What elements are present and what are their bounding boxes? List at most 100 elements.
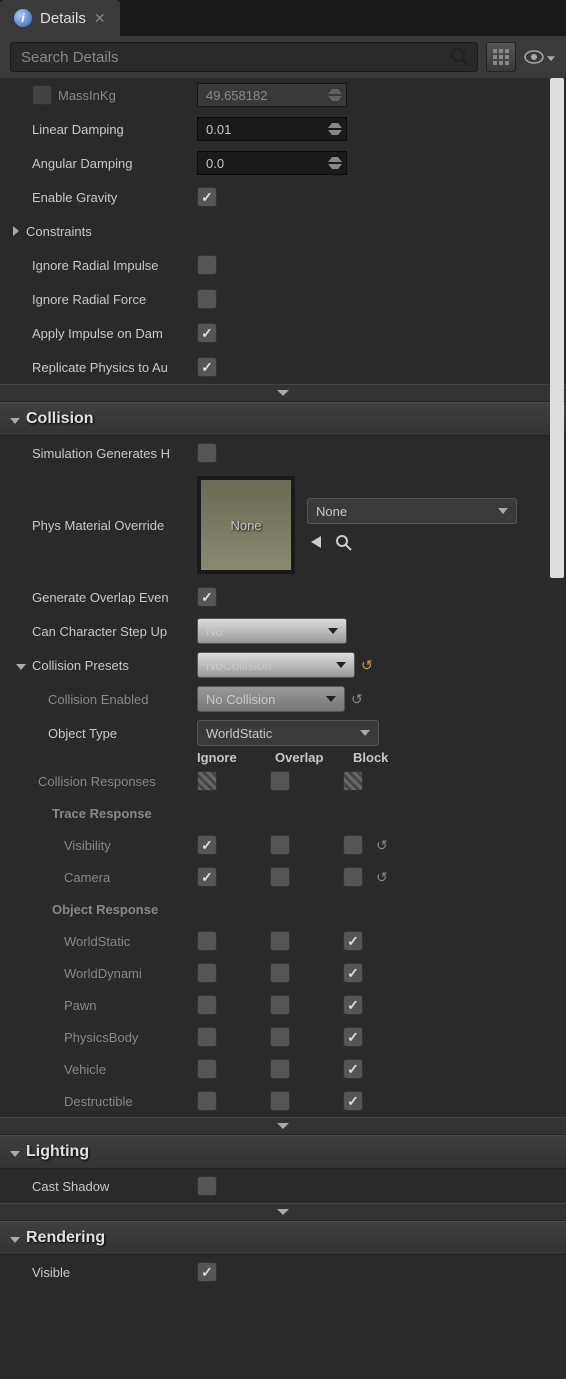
toolbar <box>0 36 566 78</box>
chevron-down-icon[interactable] <box>16 658 26 673</box>
collision-presets-dropdown[interactable]: NoCollision <box>197 652 355 678</box>
worlddynamic-ignore-checkbox[interactable] <box>197 963 217 983</box>
trace-response-label: Trace Response <box>0 806 197 821</box>
physicsbody-overlap-checkbox[interactable] <box>270 1027 290 1047</box>
category-rendering[interactable]: Rendering <box>0 1221 566 1255</box>
row-gen-overlap: Generate Overlap Even <box>0 580 566 614</box>
worldstatic-block-checkbox[interactable] <box>343 931 363 951</box>
destructible-overlap-checkbox[interactable] <box>270 1091 290 1111</box>
chevron-down-icon <box>498 508 508 514</box>
spinner-icon[interactable] <box>328 122 342 136</box>
spinner-icon[interactable] <box>328 88 342 102</box>
destructible-ignore-checkbox[interactable] <box>197 1091 217 1111</box>
can-step-dropdown[interactable]: No <box>197 618 347 644</box>
chevron-down-icon <box>10 1231 20 1246</box>
angular-damping-label: Angular Damping <box>10 156 195 171</box>
category-lighting[interactable]: Lighting <box>0 1135 566 1169</box>
camera-overlap-checkbox[interactable] <box>270 867 290 887</box>
use-selected-icon[interactable] <box>307 534 325 550</box>
responses-ignore-checkbox[interactable] <box>197 771 217 791</box>
camera-block-checkbox[interactable] <box>343 867 363 887</box>
eye-icon <box>524 50 544 64</box>
row-cast-shadow: Cast Shadow <box>0 1169 566 1203</box>
row-visibility: Visibility ↺ <box>0 829 566 861</box>
vehicle-overlap-checkbox[interactable] <box>270 1059 290 1079</box>
reset-icon[interactable]: ↺ <box>351 691 363 708</box>
responses-overlap-checkbox[interactable] <box>270 771 290 791</box>
info-icon: i <box>14 9 32 27</box>
collision-enabled-dropdown[interactable]: No Collision <box>197 686 345 712</box>
row-constraints[interactable]: Constraints <box>0 214 566 248</box>
collapse-bar[interactable] <box>0 384 566 402</box>
worldstatic-ignore-checkbox[interactable] <box>197 931 217 951</box>
pawn-block-checkbox[interactable] <box>343 995 363 1015</box>
mass-input[interactable]: 49.658182 <box>197 83 347 107</box>
worlddynamic-label: WorldDynami <box>0 966 197 981</box>
row-apply-impulse: Apply Impulse on Dam <box>0 316 566 350</box>
physicsbody-ignore-checkbox[interactable] <box>197 1027 217 1047</box>
visibility-block-checkbox[interactable] <box>343 835 363 855</box>
row-sim-gen-hits: Simulation Generates H <box>0 436 566 470</box>
row-ignore-radial-force: Ignore Radial Force <box>0 282 566 316</box>
phys-mat-dropdown[interactable]: None <box>307 498 517 524</box>
reset-icon[interactable]: ↺ <box>376 869 388 886</box>
destructible-block-checkbox[interactable] <box>343 1091 363 1111</box>
pawn-overlap-checkbox[interactable] <box>270 995 290 1015</box>
angular-damping-input[interactable]: 0.0 <box>197 151 347 175</box>
expand-icon[interactable] <box>10 224 22 239</box>
sim-gen-hits-checkbox[interactable] <box>197 443 217 463</box>
view-options-button[interactable] <box>524 50 556 65</box>
worlddynamic-block-checkbox[interactable] <box>343 963 363 983</box>
reset-icon[interactable]: ↺ <box>376 837 388 854</box>
search-icon[interactable] <box>450 47 470 67</box>
physicsbody-block-checkbox[interactable] <box>343 1027 363 1047</box>
tab-details[interactable]: i Details ✕ <box>0 0 120 36</box>
row-destructible: Destructible <box>0 1085 566 1117</box>
chevron-down-icon <box>547 51 555 63</box>
vehicle-block-checkbox[interactable] <box>343 1059 363 1079</box>
gen-overlap-checkbox[interactable] <box>197 587 217 607</box>
row-trace-response: Trace Response <box>0 797 566 829</box>
row-collision-enabled: Collision Enabled No Collision↺ <box>0 682 566 716</box>
object-type-dropdown[interactable]: WorldStatic <box>197 720 379 746</box>
mass-checkbox[interactable] <box>32 85 52 105</box>
row-linear-damping: Linear Damping 0.01 <box>0 112 566 146</box>
collision-header-label: Collision <box>26 410 94 428</box>
enable-gravity-checkbox[interactable] <box>197 187 217 207</box>
apply-impulse-checkbox[interactable] <box>197 323 217 343</box>
responses-block-checkbox[interactable] <box>343 771 363 791</box>
vehicle-ignore-checkbox[interactable] <box>197 1059 217 1079</box>
vehicle-label: Vehicle <box>0 1062 197 1077</box>
scrollbar-thumb[interactable] <box>550 78 564 578</box>
object-type-label: Object Type <box>10 726 195 741</box>
replicate-checkbox[interactable] <box>197 357 217 377</box>
collapse-bar[interactable] <box>0 1203 566 1221</box>
row-vehicle: Vehicle <box>0 1053 566 1085</box>
cast-shadow-checkbox[interactable] <box>197 1176 217 1196</box>
worlddynamic-overlap-checkbox[interactable] <box>270 963 290 983</box>
visibility-ignore-checkbox[interactable] <box>197 835 217 855</box>
category-collision[interactable]: Collision <box>0 402 566 436</box>
linear-damping-input[interactable]: 0.01 <box>197 117 347 141</box>
row-replicate: Replicate Physics to Au <box>0 350 566 384</box>
browse-icon[interactable] <box>335 534 353 552</box>
spinner-icon[interactable] <box>328 156 342 170</box>
can-step-label: Can Character Step Up <box>10 624 195 639</box>
camera-ignore-checkbox[interactable] <box>197 867 217 887</box>
grid-view-button[interactable] <box>486 42 516 72</box>
visibility-overlap-checkbox[interactable] <box>270 835 290 855</box>
visible-checkbox[interactable] <box>197 1262 217 1282</box>
chevron-down-icon <box>328 628 338 634</box>
collapse-bar[interactable] <box>0 1117 566 1135</box>
close-icon[interactable]: ✕ <box>94 10 106 27</box>
mass-label: MassInKg <box>58 88 116 103</box>
collision-column-headers: Ignore Overlap Block <box>0 750 566 765</box>
pawn-ignore-checkbox[interactable] <box>197 995 217 1015</box>
ignore-radial-force-checkbox[interactable] <box>197 289 217 309</box>
ignore-radial-impulse-checkbox[interactable] <box>197 255 217 275</box>
apply-impulse-label: Apply Impulse on Dam <box>10 326 195 341</box>
phys-mat-thumbnail[interactable]: None <box>197 476 295 574</box>
search-input[interactable] <box>10 42 478 72</box>
worldstatic-overlap-checkbox[interactable] <box>270 931 290 951</box>
reset-icon[interactable]: ↺ <box>361 657 373 674</box>
